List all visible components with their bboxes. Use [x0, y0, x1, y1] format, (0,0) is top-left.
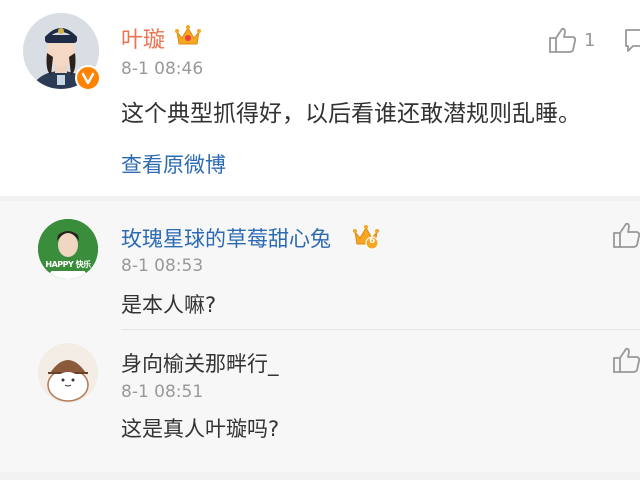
reply-2-text: 这是真人叶璇吗? [121, 417, 280, 441]
main-comment-like-button[interactable]: 1 [548, 27, 595, 53]
verified-icon [75, 65, 101, 91]
reply-1-avatar-text: HAPPY 快乐 [45, 260, 91, 269]
thumbs-up-icon [613, 347, 640, 373]
reply-2-like-button[interactable] [612, 347, 640, 373]
reply-icon[interactable] [624, 28, 640, 56]
view-original-weibo-link[interactable]: 查看原微博 [121, 149, 226, 179]
crown-icon [174, 24, 202, 52]
crown-level-icon: 6 [352, 224, 380, 254]
reply-2-author[interactable]: 身向榆关那畔行_ [121, 348, 279, 378]
reply-1-like-button[interactable] [612, 222, 640, 248]
cartoon-cat-avatar-icon [38, 343, 98, 403]
thumbs-up-icon [613, 222, 640, 248]
level-badge: 6 [369, 236, 376, 246]
main-comment-card: 叶璇 1 8-1 08:46 这个典型抓得好，以后看谁还敢潜规则乱睡。 查看原微… [0, 0, 640, 196]
main-comment-text: 这个典型抓得好，以后看谁还敢潜规则乱睡。 [121, 101, 581, 127]
replies-section: HAPPY 快乐 玫瑰星球的草莓甜心兔 6 8-1 08:53 是本人嘛? 身向… [0, 201, 640, 472]
main-comment-author[interactable]: 叶璇 [121, 22, 165, 54]
reply-1-avatar[interactable]: HAPPY 快乐 [38, 219, 98, 279]
reply-2-avatar[interactable] [38, 343, 98, 403]
reply-1-timestamp: 8-1 08:53 [121, 256, 204, 276]
reply-2-timestamp: 8-1 08:51 [121, 382, 204, 402]
thumbs-up-icon [549, 27, 577, 53]
reply-divider [121, 329, 640, 330]
reply-1-author[interactable]: 玫瑰星球的草莓甜心兔 [121, 223, 331, 253]
main-comment-like-count: 1 [584, 29, 596, 51]
reply-1-text: 是本人嘛? [121, 293, 217, 317]
main-comment-timestamp: 8-1 08:46 [121, 59, 204, 79]
green-photo-avatar-icon [38, 219, 98, 279]
